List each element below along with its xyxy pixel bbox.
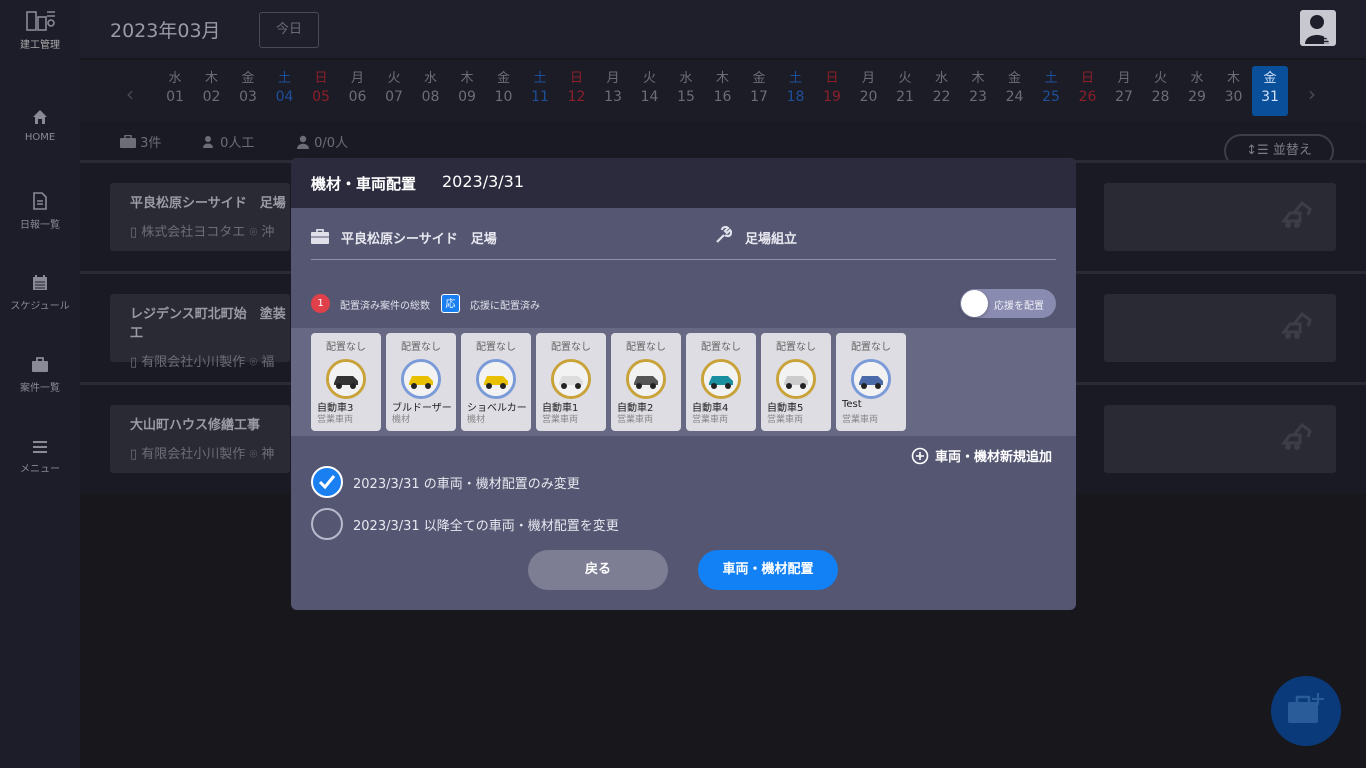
vehicle-thumbnail: [776, 359, 816, 399]
vehicle-status: 配置なし: [851, 342, 891, 353]
vehicle-card[interactable]: 配置なし 自動車4 営業車両: [686, 333, 756, 431]
modal-header: 機材・車両配置 2023/3/31: [291, 158, 1076, 208]
vehicle-category: 機材: [392, 415, 411, 425]
vehicle-icon: [329, 362, 363, 396]
vehicle-icon: [854, 362, 888, 396]
vehicle-card[interactable]: 配置なし Test 営業車両: [836, 333, 906, 431]
radio-after-date[interactable]: [311, 508, 343, 540]
vehicle-icon: [554, 362, 588, 396]
modal-title: 機材・車両配置: [311, 175, 417, 193]
vehicle-category: 機材: [467, 415, 486, 425]
vehicle-name: Test: [842, 399, 862, 410]
vehicle-assign-modal: 機材・車両配置 2023/3/31 平良松原シーサイド 足場 足場組立 1 配置…: [291, 158, 1076, 610]
modal-date: 2023/3/31: [442, 172, 525, 191]
vehicle-category: 営業車両: [542, 415, 579, 425]
wrench-icon: [716, 226, 732, 243]
vehicle-card[interactable]: 配置なし 自動車5 営業車両: [761, 333, 831, 431]
option-only-label[interactable]: 2023/3/31 の車両・機材配置のみ変更: [353, 473, 580, 492]
assign-button[interactable]: 車両・機材配置: [698, 550, 838, 590]
vehicle-status: 配置なし: [401, 342, 441, 353]
vehicle-category: 営業車両: [767, 415, 804, 425]
legend-count-label: 配置済み案件の総数: [340, 301, 430, 312]
job-info: 平良松原シーサイド 足場 足場組立: [311, 226, 1056, 260]
vehicle-icon: [704, 362, 738, 396]
vehicle-status: 配置なし: [326, 342, 366, 353]
vehicle-thumbnail: [626, 359, 666, 399]
vehicle-status: 配置なし: [476, 342, 516, 353]
check-icon: [318, 475, 336, 490]
briefcase-icon: [311, 229, 329, 244]
vehicle-thumbnail: [476, 359, 516, 399]
toggle-knob: [961, 290, 988, 317]
vehicle-list: 配置なし 自動車3 営業車両 配置なし ブルドーザー 機材 配置なし ショベルカー 機材 配置なし…: [291, 328, 1076, 436]
back-button[interactable]: 戻る: [528, 550, 668, 590]
support-badge: 応: [441, 294, 460, 313]
vehicle-icon: [404, 362, 438, 396]
job-name: 平良松原シーサイド 足場: [341, 232, 497, 247]
add-vehicle-button[interactable]: 車両・機材新規追加: [911, 446, 1052, 465]
radio-only-date[interactable]: [311, 466, 343, 498]
vehicle-status: 配置なし: [626, 342, 666, 353]
vehicle-thumbnail: [701, 359, 741, 399]
assigned-count-badge: 1: [311, 294, 330, 313]
toggle-label: 応援を配置: [994, 301, 1044, 312]
vehicle-card[interactable]: 配置なし ショベルカー 機材: [461, 333, 531, 431]
vehicle-card[interactable]: 配置なし 自動車2 営業車両: [611, 333, 681, 431]
option-after-label[interactable]: 2023/3/31 以降全ての車両・機材配置を変更: [353, 515, 619, 534]
vehicle-status: 配置なし: [701, 342, 741, 353]
vehicle-icon: [779, 362, 813, 396]
vehicle-thumbnail: [401, 359, 441, 399]
vehicle-thumbnail: [326, 359, 366, 399]
work-type: 足場組立: [745, 232, 798, 247]
vehicle-category: 営業車両: [842, 415, 879, 425]
vehicle-category: 営業車両: [317, 415, 354, 425]
vehicle-card[interactable]: 配置なし ブルドーザー 機材: [386, 333, 456, 431]
legend-support-label: 応援に配置済み: [470, 301, 540, 312]
vehicle-card[interactable]: 配置なし 自動車3 営業車両: [311, 333, 381, 431]
vehicle-card[interactable]: 配置なし 自動車1 営業車両: [536, 333, 606, 431]
plus-circle-icon: [911, 447, 929, 465]
vehicle-category: 営業車両: [617, 415, 654, 425]
vehicle-status: 配置なし: [776, 342, 816, 353]
vehicle-thumbnail: [551, 359, 591, 399]
vehicle-status: 配置なし: [551, 342, 591, 353]
vehicle-thumbnail: [851, 359, 891, 399]
vehicle-category: 営業車両: [692, 415, 729, 425]
vehicle-icon: [629, 362, 663, 396]
vehicle-icon: [479, 362, 513, 396]
support-toggle[interactable]: 応援を配置: [960, 289, 1056, 318]
